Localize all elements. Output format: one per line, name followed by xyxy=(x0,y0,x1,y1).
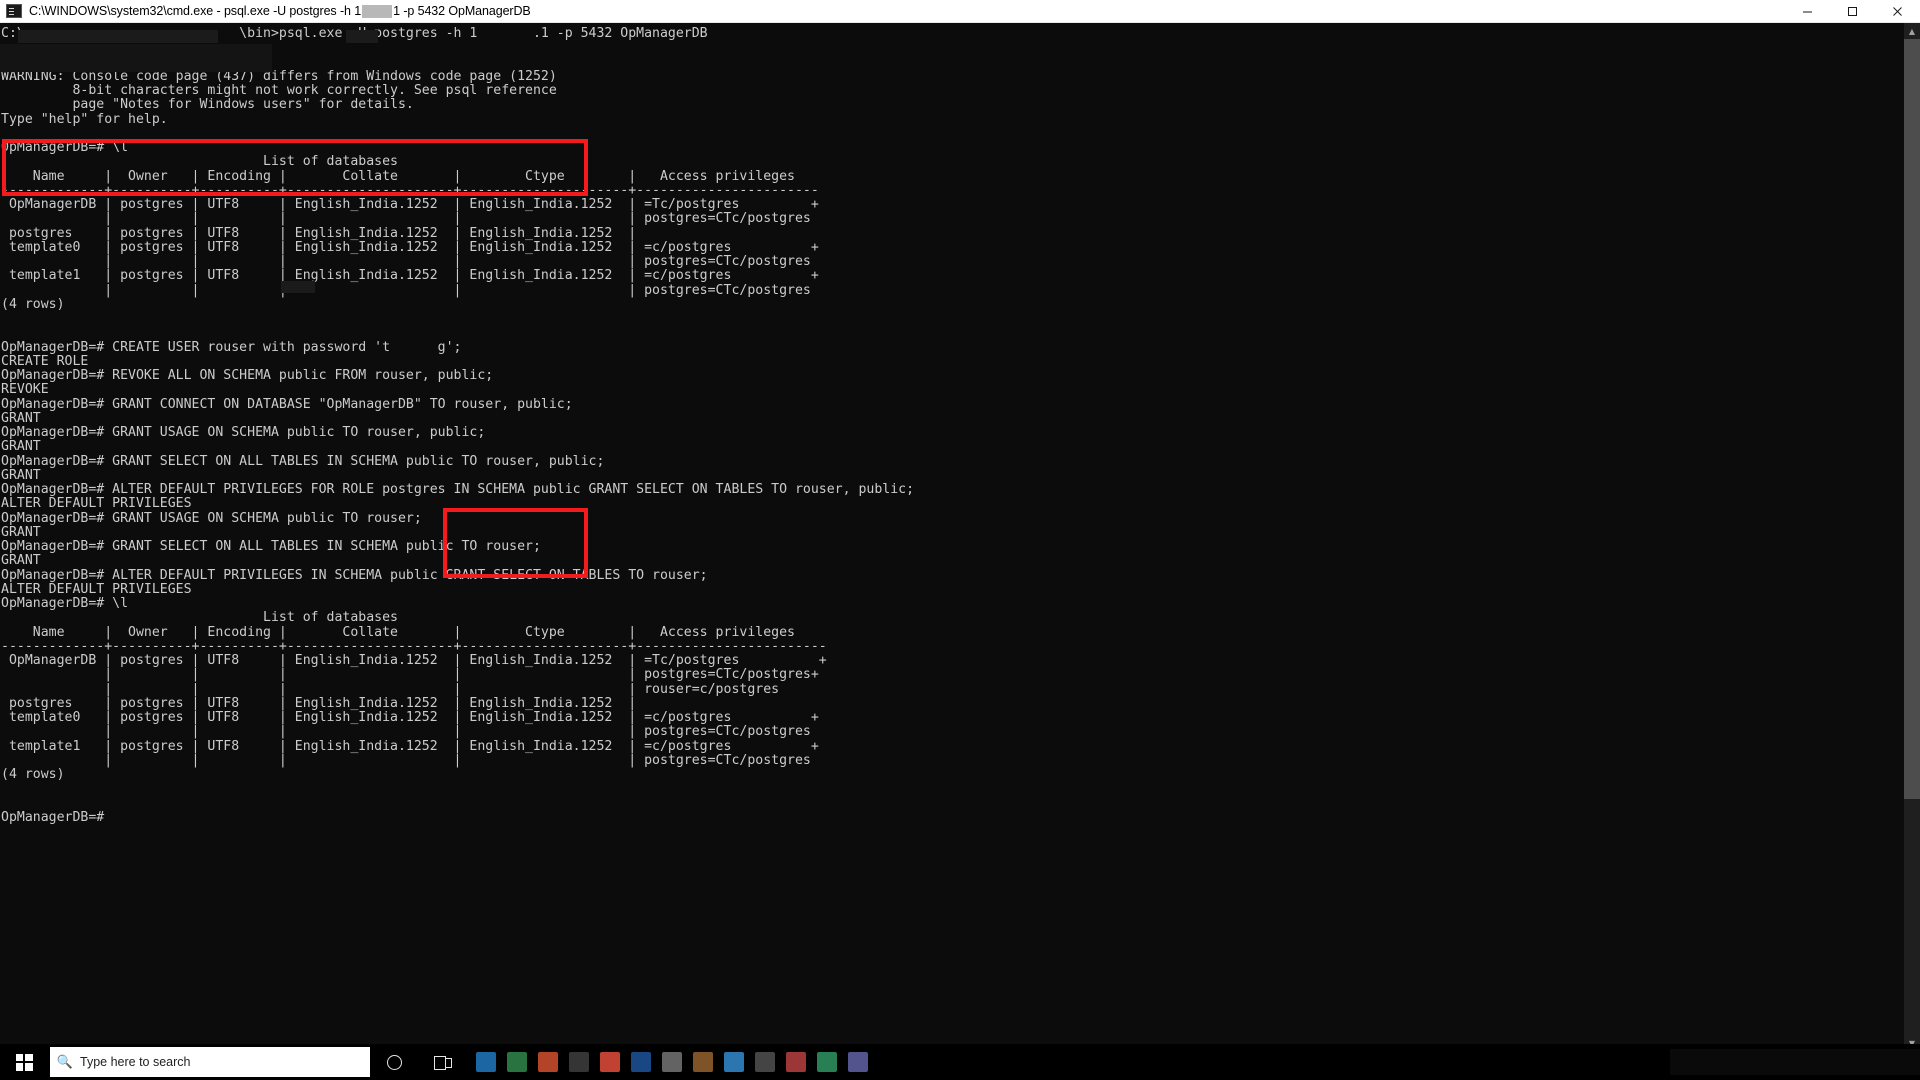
terminal-console[interactable]: C:\ \bin>psql.exe -U postgres -h 1 .1 -p… xyxy=(0,23,1920,1051)
tray-region[interactable] xyxy=(1670,1049,1920,1075)
taskbar-app-icon-8[interactable] xyxy=(693,1052,713,1072)
minimize-button[interactable] xyxy=(1785,0,1830,23)
cortana-button[interactable] xyxy=(370,1044,418,1080)
taskbar-app-icon-3[interactable] xyxy=(538,1052,558,1072)
taskbar-app-icon-5[interactable] xyxy=(600,1052,620,1072)
scrollbar-thumb[interactable] xyxy=(1904,39,1920,799)
window-title-suffix: 1 -p 5432 OpManagerDB xyxy=(393,4,531,18)
windows-taskbar: 🔍 Type here to search xyxy=(0,1044,1920,1080)
taskbar-app-icon-9[interactable] xyxy=(724,1052,744,1072)
cortana-icon xyxy=(386,1054,402,1070)
taskbar-app-icon-10[interactable] xyxy=(755,1052,775,1072)
maximize-button[interactable] xyxy=(1830,0,1875,23)
taskbar-app-icon-2[interactable] xyxy=(507,1052,527,1072)
redacted-host-ip-block xyxy=(346,30,378,43)
taskbar-app-icon-13[interactable] xyxy=(848,1052,868,1072)
search-icon: 🔍 xyxy=(56,1054,74,1070)
taskbar-app-icon-12[interactable] xyxy=(817,1052,837,1072)
window-title: C:\WINDOWS\system32\cmd.exe - psql.exe -… xyxy=(29,4,531,18)
search-placeholder-text: Type here to search xyxy=(80,1055,191,1069)
console-scrollbar[interactable]: ▲ ▼ xyxy=(1904,23,1920,1051)
redacted-host-title xyxy=(362,4,393,18)
system-tray[interactable] xyxy=(1670,1044,1920,1080)
terminal-output: C:\ \bin>psql.exe -U postgres -h 1 .1 -p… xyxy=(1,26,915,825)
cmd-console-icon xyxy=(6,4,22,18)
window-titlebar[interactable]: C:\WINDOWS\system32\cmd.exe - psql.exe -… xyxy=(0,0,1920,23)
taskbar-app-icon-1[interactable] xyxy=(476,1052,496,1072)
taskbar-app-icon-4[interactable] xyxy=(569,1052,589,1072)
windows-logo-icon xyxy=(15,1053,33,1071)
screen-root: C:\WINDOWS\system32\cmd.exe - psql.exe -… xyxy=(0,0,1920,1080)
task-view-icon xyxy=(433,1055,452,1070)
window-controls xyxy=(1785,0,1920,23)
window-title-prefix: C:\WINDOWS\system32\cmd.exe - psql.exe -… xyxy=(29,4,362,18)
taskbar-app-icon-6[interactable] xyxy=(631,1052,651,1072)
redacted-path-block-2 xyxy=(0,44,272,72)
pinned-apps xyxy=(476,1052,868,1072)
scroll-up-arrow-icon[interactable]: ▲ xyxy=(1904,23,1920,39)
close-button[interactable] xyxy=(1875,0,1920,23)
redacted-path-block xyxy=(18,30,218,43)
redacted-password-block xyxy=(281,281,315,293)
taskbar-search-input[interactable]: 🔍 Type here to search xyxy=(50,1047,370,1077)
taskbar-app-icon-7[interactable] xyxy=(662,1052,682,1072)
task-view-button[interactable] xyxy=(418,1044,466,1080)
start-button[interactable] xyxy=(0,1044,48,1080)
taskbar-app-icon-11[interactable] xyxy=(786,1052,806,1072)
